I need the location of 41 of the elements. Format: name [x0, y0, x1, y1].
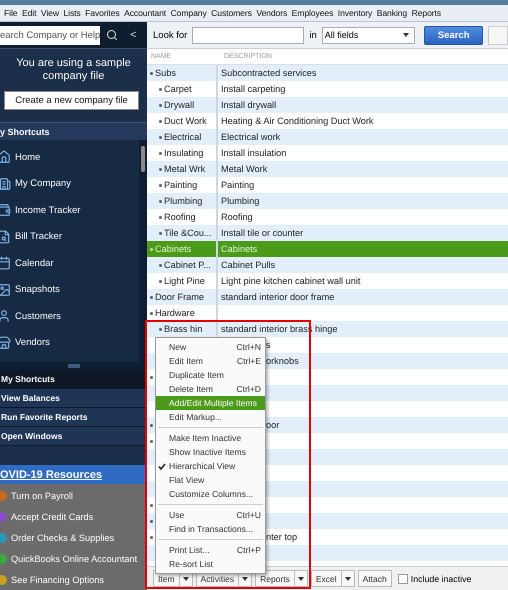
- shortcuts-header: y Shortcuts: [0, 122, 147, 140]
- table-cell-text: Duct Work: [164, 115, 207, 128]
- checkbox-label: Include inactive: [410, 574, 472, 584]
- sample-notice: You are using a sample company file: [15, 56, 132, 83]
- table-cell-text: Door Frame: [155, 291, 204, 304]
- table-cell-text: Electrical: [164, 131, 202, 144]
- table-cell-text: Hardware: [155, 307, 195, 320]
- table-cell-text: Cabinets: [155, 243, 192, 256]
- table-cell: Install drywall: [221, 100, 276, 110]
- table-cell: oor: [266, 420, 280, 430]
- in-label: in: [309, 30, 317, 40]
- table-cell-text: Carpet: [164, 83, 192, 96]
- table-cell: Electrical work: [221, 132, 280, 142]
- table-cell-text: Light Pine: [164, 275, 205, 288]
- table-cell: standard interior door frame: [221, 292, 334, 302]
- table-cell-text: Painting: [164, 179, 198, 192]
- table-cell: Install insulation: [221, 148, 286, 158]
- table-cell: s: [266, 340, 271, 350]
- table-cell: Light pine kitchen cabinet wall unit: [221, 276, 360, 286]
- table-cell-text: Roofing: [164, 211, 196, 224]
- table-cell-text: Insulating: [164, 147, 204, 160]
- table-cell-text: Drywall: [164, 99, 194, 112]
- table-cell: Install carpeting: [221, 84, 286, 94]
- table-cell: Install tile or counter: [221, 228, 304, 238]
- table-cell: Roofing: [221, 212, 253, 222]
- table-cell-text: Plumbing: [164, 195, 202, 208]
- table-cell: Painting: [221, 180, 254, 190]
- table-cell: Plumbing: [221, 196, 260, 206]
- table-cell-text: Metal Wrk: [164, 163, 206, 176]
- look-for-label: Look for: [153, 30, 188, 40]
- table-cell-text: Cabinet P...: [164, 259, 211, 272]
- table-cell-text: Tile &Cou...: [164, 227, 212, 240]
- table-cell-text: Brass hin: [164, 323, 202, 336]
- table-cell: nter top: [266, 532, 298, 542]
- table-cell: Metal Work: [221, 164, 268, 174]
- table-cell: Heating & Air Conditioning Duct Work: [221, 116, 374, 126]
- table-cell-text: Subs: [155, 67, 176, 80]
- table-cell: orknobs: [266, 356, 299, 366]
- table-cell: Cabinet Pulls: [221, 260, 276, 270]
- table-cell: Subcontracted services: [221, 68, 316, 78]
- table-cell: Cabinets: [221, 244, 258, 254]
